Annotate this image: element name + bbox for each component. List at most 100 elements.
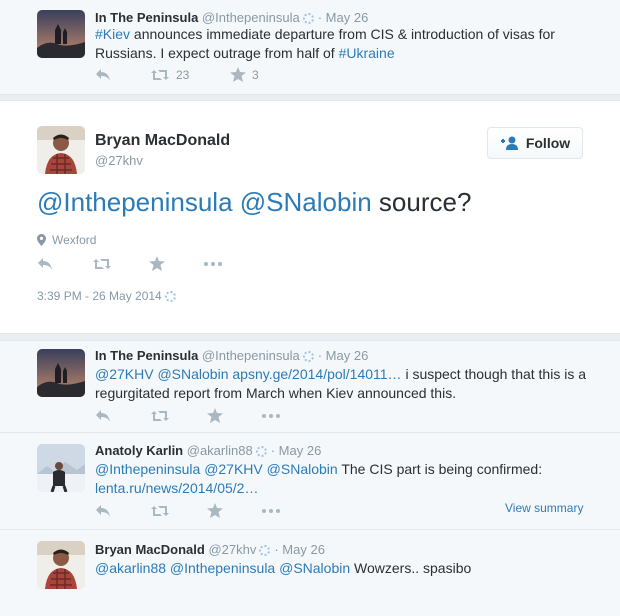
- author-handle[interactable]: @Inthepeninsula: [202, 348, 300, 363]
- text-segment: Wowzers.. spasibo: [350, 560, 472, 576]
- reply-icon: [38, 257, 52, 270]
- favorite-button[interactable]: [207, 503, 262, 518]
- tweet-text: #Kiev announces immediate departure from…: [95, 25, 595, 63]
- more-icon: [204, 261, 222, 266]
- url-link[interactable]: apsny.ge/2014/pol/14011…: [232, 366, 401, 382]
- author-name[interactable]: Bryan MacDonald: [95, 132, 230, 150]
- author-handle[interactable]: @akarlin88: [187, 443, 253, 458]
- hashtag-link[interactable]: #Kiev: [95, 26, 130, 42]
- main-tweet: Bryan MacDonald @27khv Follow @Inthepeni…: [0, 100, 620, 334]
- author-name[interactable]: In The Peninsula: [95, 348, 198, 363]
- retweet-icon: [151, 410, 169, 421]
- tweet-1[interactable]: In The Peninsula @Inthepeninsula · May 26…: [0, 0, 620, 95]
- favorite-icon: [207, 503, 223, 518]
- verified-loading-icon: [302, 351, 314, 362]
- reply-button[interactable]: [95, 409, 150, 423]
- more-icon: [262, 508, 280, 513]
- location-pin-icon: [37, 234, 46, 246]
- more-button[interactable]: [262, 508, 280, 513]
- more-button[interactable]: [204, 261, 222, 266]
- retweet-button[interactable]: 23: [150, 68, 230, 82]
- reply-button[interactable]: [95, 68, 150, 82]
- retweet-count: 23: [176, 67, 190, 82]
- author-handle[interactable]: @27khv: [208, 542, 256, 557]
- more-button[interactable]: [262, 413, 280, 418]
- reply-tweet-2[interactable]: Anatoly Karlin @akarlin88 · May 26 @Inthe…: [0, 433, 620, 530]
- retweet-button[interactable]: [92, 257, 149, 271]
- mention-link[interactable]: @Inthepeninsula: [37, 187, 233, 217]
- follow-user-icon: [500, 136, 518, 150]
- tweet-text: @Inthepeninsula @27KHV @SNalobin The CIS…: [95, 460, 565, 498]
- text-segment: source?: [371, 187, 472, 217]
- favorite-button[interactable]: [207, 408, 262, 423]
- avatar[interactable]: [37, 349, 85, 397]
- favorite-button[interactable]: [149, 256, 204, 271]
- tweet-actions: 23 3: [95, 67, 259, 82]
- tweet-actions: [95, 408, 280, 423]
- text-segment: The CIS part is being confirmed:: [337, 461, 543, 477]
- avatar[interactable]: [37, 126, 85, 174]
- tweet-header: Anatoly Karlin @akarlin88 · May 26: [95, 443, 321, 458]
- mention-link[interactable]: @27KHV: [204, 461, 263, 477]
- text-segment: announces immediate departure from CIS &…: [95, 26, 555, 61]
- tweet-date[interactable]: May 26: [279, 443, 322, 458]
- reply-tweet-3[interactable]: Bryan MacDonald @27khv · May 26 @akarlin8…: [0, 530, 620, 616]
- hashtag-link[interactable]: #Ukraine: [339, 45, 395, 61]
- timestamp-text: 3:39 PM - 26 May 2014: [37, 289, 162, 303]
- separator: ·: [317, 10, 323, 25]
- author-handle[interactable]: @27khv: [95, 153, 143, 168]
- retweet-icon: [93, 258, 111, 269]
- author-name[interactable]: Anatoly Karlin: [95, 443, 183, 458]
- mention-link[interactable]: @akarlin88: [95, 560, 166, 576]
- tweet-location[interactable]: Wexford: [37, 233, 96, 247]
- separator: ·: [270, 443, 276, 458]
- favorite-button[interactable]: 3: [230, 67, 259, 82]
- follow-button[interactable]: Follow: [487, 127, 583, 159]
- reply-button[interactable]: [95, 504, 150, 518]
- location-name: Wexford: [52, 233, 97, 247]
- mention-link[interactable]: @SNalobin: [279, 560, 350, 576]
- favorite-icon: [207, 408, 223, 423]
- mention-link[interactable]: @Inthepeninsula: [95, 461, 200, 477]
- reply-button[interactable]: [37, 257, 92, 271]
- author-name[interactable]: Bryan MacDonald: [95, 542, 205, 557]
- tweet-text: @27KHV @SNalobin apsny.ge/2014/pol/14011…: [95, 365, 595, 403]
- reply-icon: [96, 68, 110, 81]
- mention-link[interactable]: @SNalobin: [240, 187, 372, 217]
- mention-link[interactable]: @Inthepeninsula: [170, 560, 275, 576]
- verified-loading-icon: [302, 13, 314, 24]
- reply-tweet-1[interactable]: In The Peninsula @Inthepeninsula · May 26…: [0, 340, 620, 433]
- retweet-button[interactable]: [150, 504, 207, 518]
- verified-loading-icon: [259, 545, 271, 556]
- view-summary-link[interactable]: View summary: [505, 501, 583, 515]
- retweet-button[interactable]: [150, 409, 207, 423]
- tweet-date[interactable]: May 26: [326, 10, 369, 25]
- avatar[interactable]: [37, 444, 85, 492]
- url-link[interactable]: lenta.ru/news/2014/05/2…: [95, 480, 258, 496]
- mention-link[interactable]: @27KHV: [95, 366, 154, 382]
- tweet-actions: [37, 256, 222, 271]
- follow-label: Follow: [525, 135, 571, 151]
- tweet-actions: [95, 503, 280, 518]
- tweet-text: @akarlin88 @Inthepeninsula @SNalobin Wow…: [95, 559, 595, 578]
- favorite-count: 3: [252, 67, 259, 82]
- mention-link[interactable]: @SNalobin: [157, 366, 228, 382]
- tweet-header: In The Peninsula @Inthepeninsula · May 26: [95, 348, 368, 363]
- avatar[interactable]: [37, 10, 85, 58]
- author-name[interactable]: In The Peninsula: [95, 10, 198, 25]
- tweet-date[interactable]: May 26: [326, 348, 369, 363]
- tweet-timestamp[interactable]: 3:39 PM - 26 May 2014: [37, 289, 180, 303]
- verified-loading-icon: [255, 446, 267, 457]
- retweet-icon: [151, 505, 169, 516]
- reply-icon: [96, 409, 110, 422]
- more-icon: [262, 413, 280, 418]
- mention-link[interactable]: @SNalobin: [267, 461, 338, 477]
- avatar[interactable]: [37, 541, 85, 589]
- tweet-date[interactable]: May 26: [282, 542, 325, 557]
- author-handle[interactable]: @Inthepeninsula: [202, 10, 300, 25]
- text-segment: [233, 187, 240, 217]
- reply-icon: [96, 504, 110, 517]
- separator: ·: [317, 348, 323, 363]
- retweet-icon: [151, 69, 169, 80]
- favorite-icon: [230, 67, 246, 82]
